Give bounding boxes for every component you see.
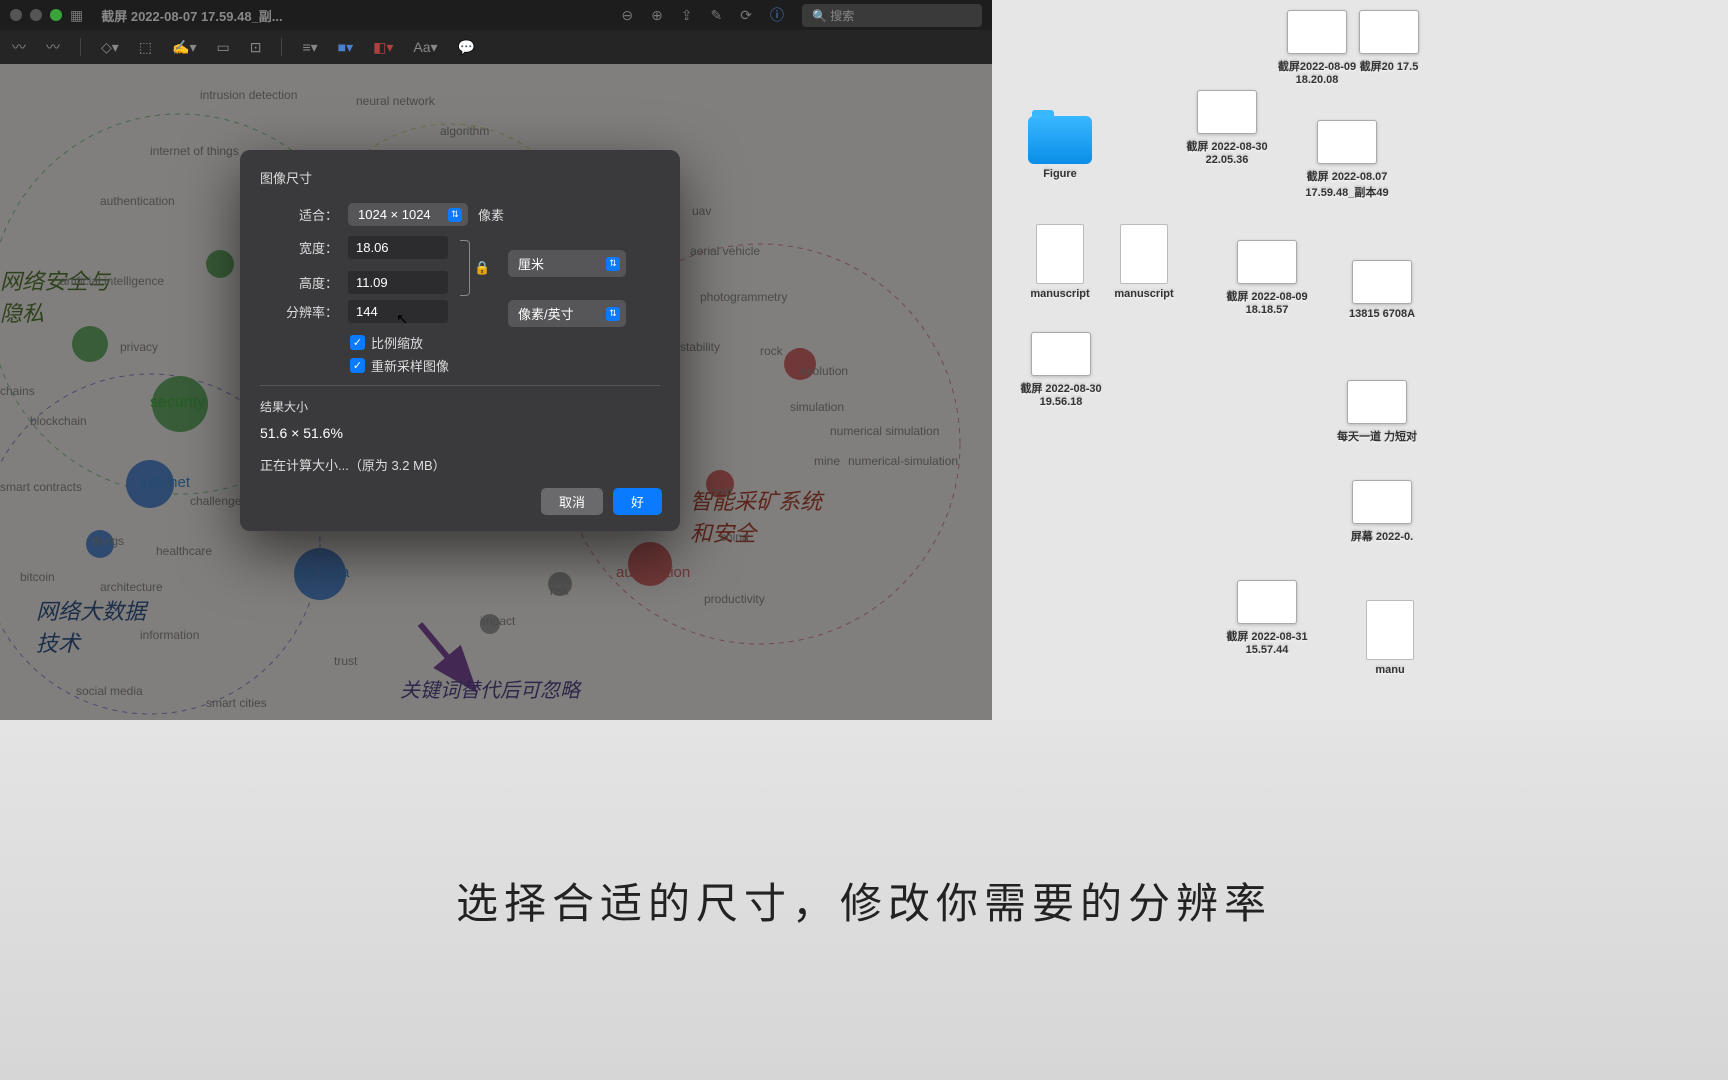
icon-label: 截屏 2022-08-31 15.57.44 <box>1226 631 1307 656</box>
icon-label: Figure <box>1043 168 1077 180</box>
desktop-screenshot[interactable]: 截屏 2022-08-31 15.57.44 <box>1212 580 1322 656</box>
desktop-screenshot[interactable]: 截屏 2022-08-30 19.56.18 <box>1006 332 1116 408</box>
dialog-title: 图像尺寸 <box>260 168 660 187</box>
width-input[interactable] <box>348 236 448 259</box>
scale-proportionally-checkbox[interactable]: ✓ <box>350 335 365 350</box>
pen-icon[interactable]: 〰 <box>12 37 26 57</box>
icon-label: 截屏 2022-08-30 22.05.36 <box>1186 141 1267 166</box>
result-percent: 51.6 × 51.6% <box>260 425 660 441</box>
sidebar-icon[interactable]: ▦ <box>70 7 83 24</box>
resolution-label: 分辨率： <box>260 302 338 321</box>
fit-value: 1024 × 1024 <box>358 207 431 222</box>
zoom-in-icon[interactable]: ⊕ <box>651 7 663 24</box>
lock-icon: 🔒 <box>474 260 490 276</box>
share-icon[interactable]: ⇪ <box>681 7 693 24</box>
icon-label: 每天一道 力短对 <box>1337 431 1417 443</box>
desktop-screenshot[interactable]: 屏幕 2022-0. <box>1342 480 1422 544</box>
image-size-dialog: 图像尺寸 适合： 1024 × 1024 ⇅ 像素 宽度： 高度： 🔒 <box>240 150 680 531</box>
search-input[interactable]: 🔍 搜索 <box>802 4 982 27</box>
fit-select[interactable]: 1024 × 1024 ⇅ <box>348 203 468 226</box>
icon-label: 屏幕 2022-0. <box>1351 531 1413 543</box>
fill-color-icon[interactable]: ◧▾ <box>373 39 393 56</box>
icon-label: 截屏20 17.5 <box>1360 61 1419 73</box>
dim-unit-value: 厘米 <box>518 257 544 272</box>
highlight-icon[interactable]: 〰 <box>46 37 60 57</box>
icon-label: 截屏2022-08-09 18.20.08 <box>1278 61 1356 86</box>
stroke-color-icon[interactable]: ■▾ <box>338 39 353 56</box>
icon-label: manu <box>1375 664 1404 676</box>
resolution-unit-select[interactable]: 像素/英寸 ⇅ <box>508 300 626 327</box>
resample-label: 重新采样图像 <box>371 356 449 375</box>
titlebar: ▦ 截屏 2022-08-07 17.59.48_副... ⊖ ⊕ ⇪ ✎ ⟳ … <box>0 0 992 30</box>
chevron-updown-icon: ⇅ <box>606 257 620 271</box>
desktop-screenshot[interactable]: 截屏 2022-08-09 18.18.57 <box>1212 240 1322 316</box>
note-icon[interactable]: ▭ <box>217 39 230 56</box>
height-input[interactable] <box>348 271 448 294</box>
dimension-unit-select[interactable]: 厘米 ⇅ <box>508 250 626 277</box>
fit-label: 适合： <box>260 205 338 224</box>
caption-text: 选择合适的尺寸，修改你需要的分辨率 <box>456 870 1272 931</box>
shapes-icon[interactable]: ◇▾ <box>101 39 119 56</box>
desktop-file[interactable]: 13815 6708A <box>1342 260 1422 320</box>
desktop-doc[interactable]: manu <box>1348 600 1432 676</box>
desktop-screenshot[interactable]: 截屏 2022-08.07 17.59.48_副本49 <box>1292 120 1402 200</box>
fit-unit: 像素 <box>478 205 504 224</box>
rotate-icon[interactable]: ⟳ <box>740 7 752 24</box>
line-style-icon[interactable]: ≡▾ <box>302 39 317 56</box>
markup-icon[interactable]: ✎ <box>711 7 723 24</box>
window-controls[interactable] <box>10 9 62 21</box>
icon-label: manuscript <box>1114 288 1173 300</box>
desktop-file[interactable]: 每天一道 力短对 <box>1332 380 1422 444</box>
cancel-button[interactable]: 取消 <box>541 488 603 515</box>
resample-checkbox[interactable]: ✓ <box>350 358 365 373</box>
height-label: 高度： <box>260 273 338 292</box>
desktop-screenshot[interactable]: 截屏 2022-08-30 22.05.36 <box>1172 90 1282 166</box>
font-icon[interactable]: Aa▾ <box>413 39 437 56</box>
res-unit-value: 像素/英寸 <box>518 307 574 322</box>
chevron-updown-icon: ⇅ <box>606 307 620 321</box>
text-icon[interactable]: ⬚ <box>139 39 152 56</box>
result-calculating: 正在计算大小...（原为 3.2 MB） <box>260 455 660 474</box>
caption-banner: 选择合适的尺寸，修改你需要的分辨率 <box>0 720 1728 1080</box>
close-dot[interactable] <box>10 9 22 21</box>
markup-toolbar: 〰 〰 ◇▾ ⬚ ✍▾ ▭ ⊡ ≡▾ ■▾ ◧▾ Aa▾ 💬 <box>0 30 992 64</box>
ok-button[interactable]: 好 <box>613 488 662 515</box>
icon-label: manuscript <box>1030 288 1089 300</box>
annotate-icon[interactable]: 💬 <box>458 39 475 56</box>
search-placeholder: 搜索 <box>830 9 854 23</box>
desktop-screenshot[interactable]: 截屏20 17.5 <box>1354 10 1424 74</box>
crop-icon[interactable]: ⊡ <box>250 39 262 56</box>
desktop-doc[interactable]: manuscript <box>1018 224 1102 300</box>
scale-prop-label: 比例缩放 <box>371 333 423 352</box>
min-dot[interactable] <box>30 9 42 21</box>
icon-label: 截屏 2022-08.07 17.59.48_副本49 <box>1305 171 1388 199</box>
icon-label: 13815 6708A <box>1349 308 1415 320</box>
aspect-lock[interactable]: 🔒 <box>460 240 490 296</box>
zoom-dot[interactable] <box>50 9 62 21</box>
info-icon[interactable]: ⓘ <box>770 5 784 25</box>
sign-icon[interactable]: ✍▾ <box>172 39 196 56</box>
result-title: 结果大小 <box>260 398 660 415</box>
chevron-updown-icon: ⇅ <box>448 208 462 222</box>
cursor-pointer-icon: ↖ <box>396 310 409 328</box>
desktop-folder[interactable]: Figure <box>1018 116 1102 180</box>
window-title: 截屏 2022-08-07 17.59.48_副... <box>101 6 282 25</box>
zoom-out-icon[interactable]: ⊖ <box>621 7 633 24</box>
desktop-doc[interactable]: manuscript <box>1102 224 1186 300</box>
icon-label: 截屏 2022-08-09 18.18.57 <box>1226 291 1307 316</box>
desktop[interactable]: Figure manuscript manuscript 截屏 2022-08-… <box>992 0 1728 720</box>
icon-label: 截屏 2022-08-30 19.56.18 <box>1020 383 1101 408</box>
width-label: 宽度： <box>260 238 338 257</box>
